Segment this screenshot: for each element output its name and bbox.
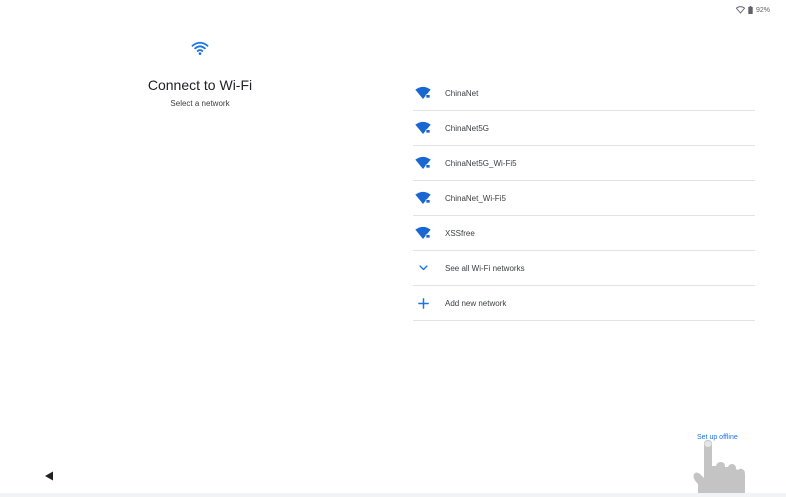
network-name: XSSfree (445, 228, 475, 238)
chevron-down-icon (417, 262, 429, 274)
header: Connect to Wi-Fi Select a network (100, 40, 300, 108)
wifi-lock-icon (415, 86, 431, 99)
network-item-chinanet5g[interactable]: ChinaNet5G (413, 111, 755, 146)
wifi-lock-icon (415, 156, 431, 169)
wifi-setup-screen: 92% Connect to Wi-Fi Select a network Ch… (0, 0, 786, 497)
wifi-lock-icon (415, 191, 431, 204)
battery-icon (748, 6, 753, 14)
hand-pointer-icon (693, 440, 745, 497)
plus-icon (417, 297, 429, 309)
page-subtitle: Select a network (170, 99, 230, 108)
network-name: ChinaNet (445, 88, 479, 98)
status-bar: 92% (735, 6, 770, 14)
network-item-xssfree[interactable]: XSSfree (413, 216, 755, 251)
see-all-networks-button[interactable]: See all Wi-Fi networks (413, 251, 755, 286)
wifi-lock-icon (415, 226, 431, 239)
add-network-button[interactable]: Add new network (413, 286, 755, 321)
add-network-label: Add new network (445, 298, 507, 308)
wifi-icon (735, 6, 745, 14)
navigation-bar (0, 493, 786, 497)
network-name: ChinaNet5G_Wi-Fi5 (445, 158, 517, 168)
network-item-chinanet-wifi5[interactable]: ChinaNet_Wi-Fi5 (413, 181, 755, 216)
wifi-icon (191, 41, 209, 55)
battery-level: 92% (755, 6, 770, 14)
network-item-chinanet5g-wifi5[interactable]: ChinaNet5G_Wi-Fi5 (413, 146, 755, 181)
network-list: ChinaNet ChinaNet5G ChinaNet5G_Wi-Fi5 Ch… (413, 76, 755, 321)
network-item-chinanet[interactable]: ChinaNet (413, 76, 755, 111)
network-name: ChinaNet5G (445, 123, 490, 133)
page-title: Connect to Wi-Fi (147, 77, 253, 93)
wifi-lock-icon (415, 121, 431, 134)
back-icon[interactable] (44, 471, 54, 481)
see-all-label: See all Wi-Fi networks (445, 263, 525, 273)
network-name: ChinaNet_Wi-Fi5 (445, 193, 506, 203)
